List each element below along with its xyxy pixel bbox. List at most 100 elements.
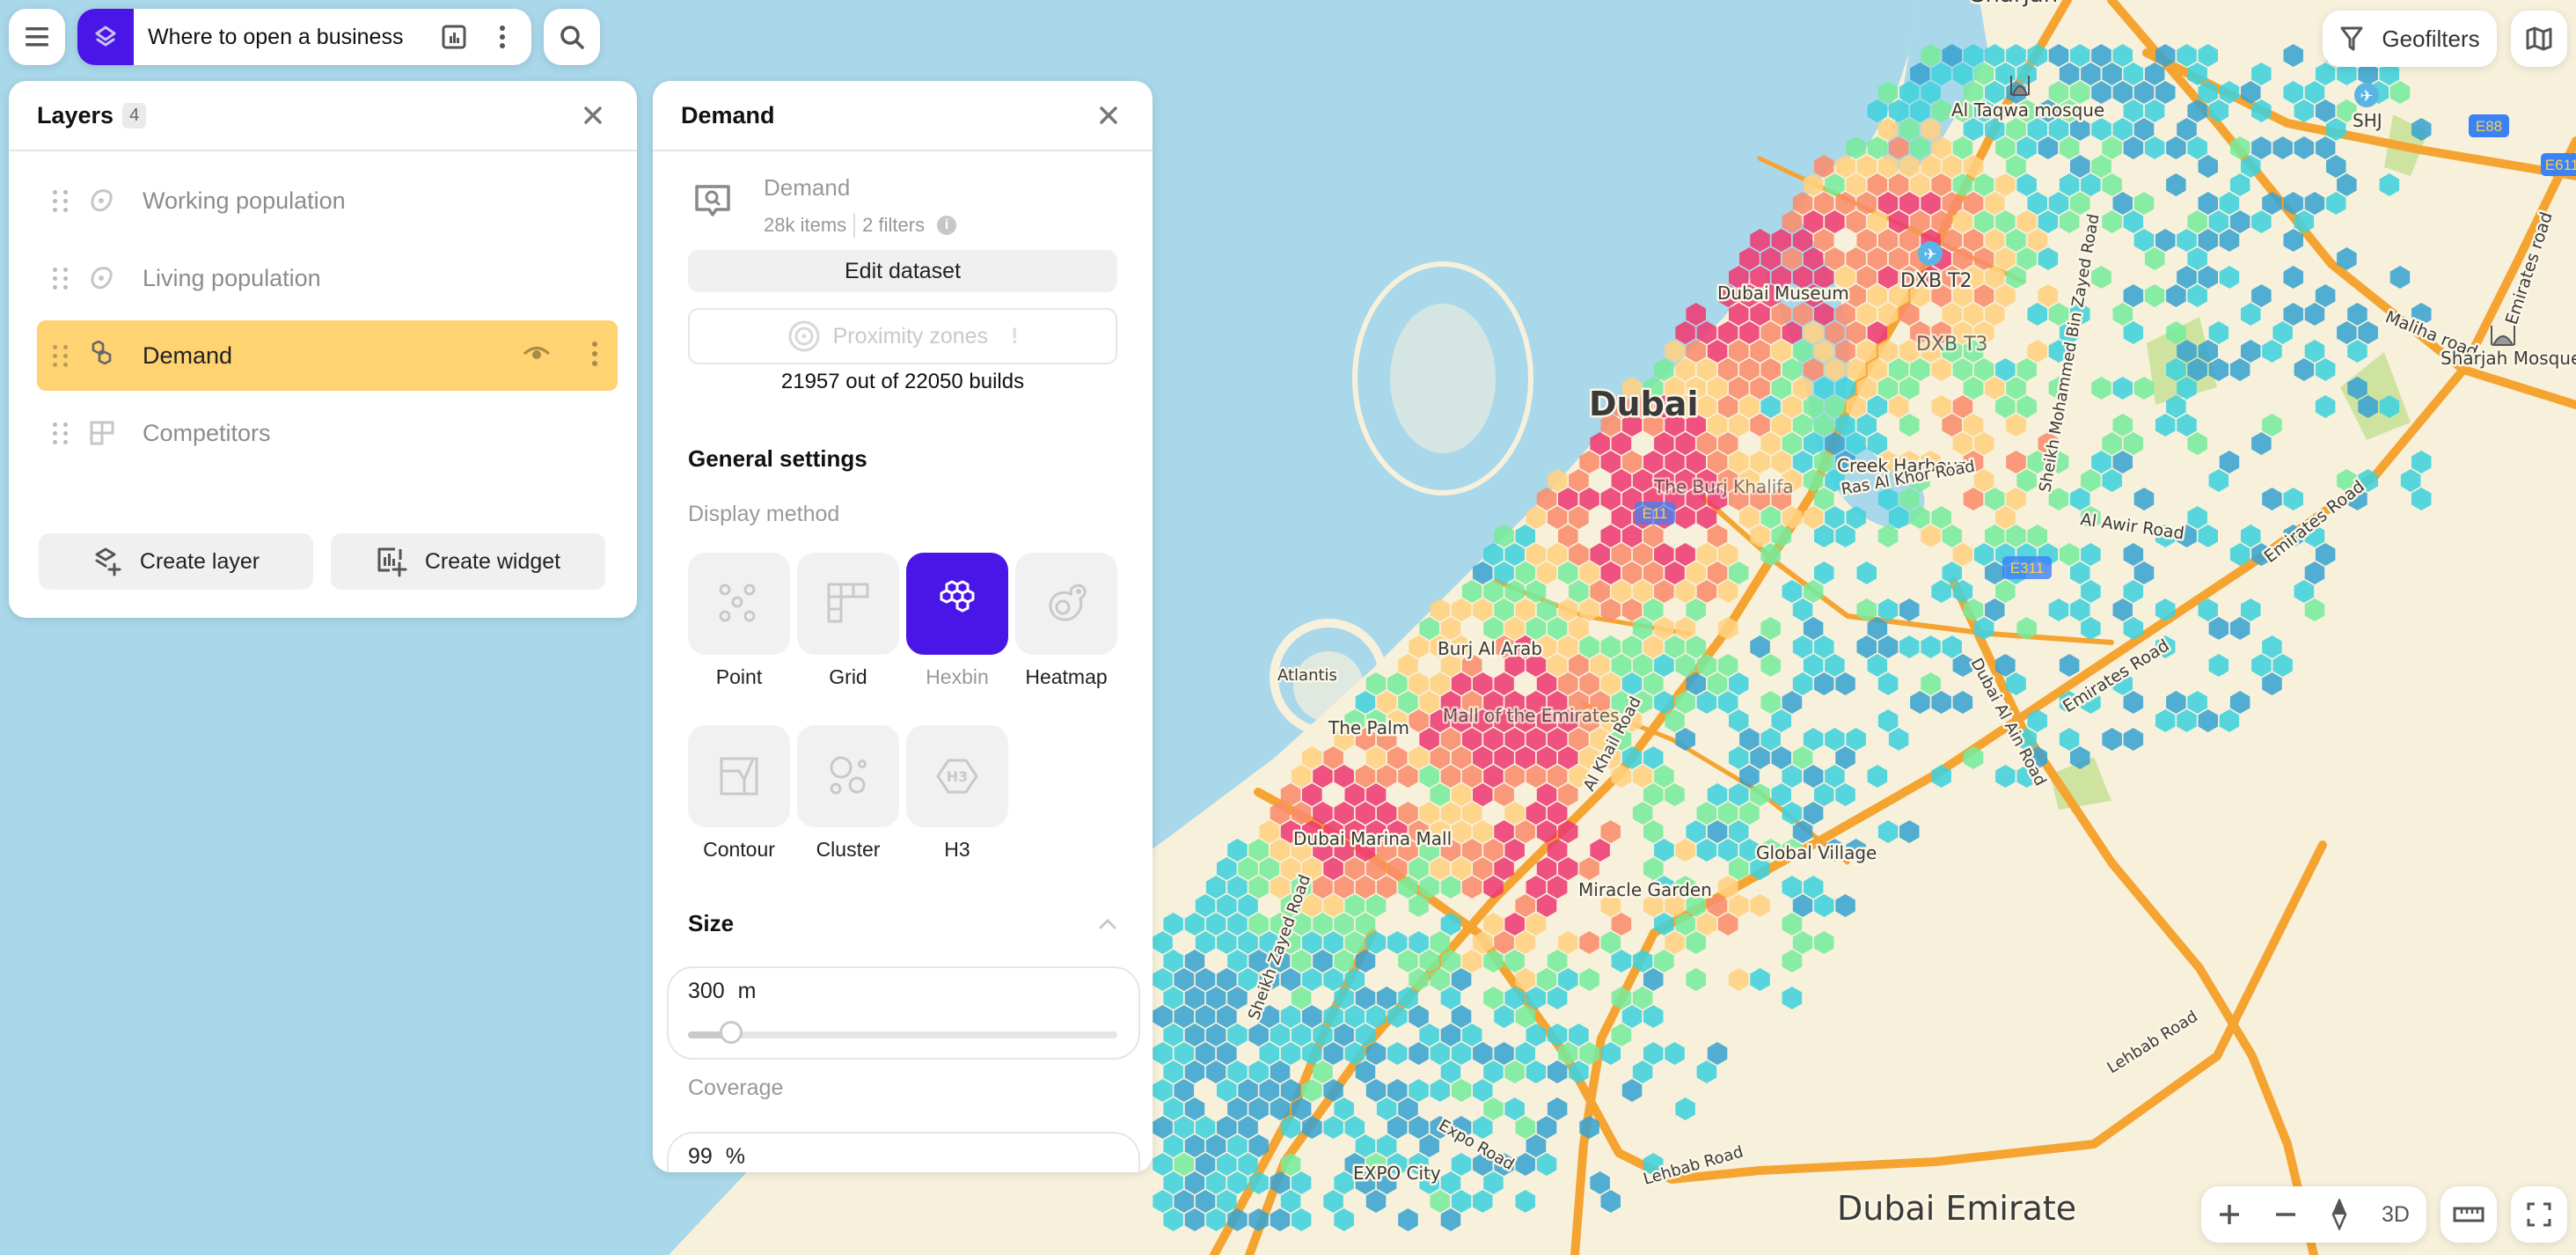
layer-item-living-population[interactable]: Living population [37,243,618,313]
compass-icon [2331,1199,2347,1230]
map-label: SHJ [2353,110,2382,131]
layer-item-demand[interactable]: Demand [37,320,618,391]
display-method-cluster[interactable] [797,725,899,827]
size-slider-thumb[interactable] [719,1021,743,1044]
layer-item-working-population[interactable]: Working population [37,165,618,236]
create-widget-label: Create widget [424,548,561,574]
map-label: Dubai Museum [1717,283,1849,304]
drag-handle[interactable] [53,267,72,290]
project-logo[interactable] [77,9,134,65]
map-icon [2526,26,2552,51]
dashboard-button[interactable] [436,19,472,55]
bar-chart-icon [442,25,466,49]
basemap-button[interactable] [2511,11,2567,67]
filter-funnel-icon [2340,26,2363,51]
map-label: DXB T3 [1916,334,1988,356]
display-method-label-h3: H3 [944,838,970,861]
hamburger-icon [26,27,48,47]
grid-icon [88,419,116,447]
create-widget-button[interactable]: Create widget [331,533,605,590]
project-more-button[interactable] [489,19,516,55]
contour-blob-icon [88,264,116,292]
coverage-field: 99 % [667,1132,1140,1172]
coverage-unit: % [725,1144,745,1169]
geofilters-label: Geofilters [2382,25,2480,52]
search-icon [560,26,584,49]
dataset-name: Demand [764,174,851,201]
geofilters-button[interactable]: Geofilters [2323,11,2497,67]
plus-icon [2220,1205,2239,1224]
project-bar: Where to open a business [77,9,531,65]
dataset-info: Demand 28k items 2 filters i [692,172,1131,243]
grid-icon [827,583,869,623]
compass-button[interactable] [2331,1199,2348,1230]
edit-dataset-label: Edit dataset [844,258,962,283]
road-shield-e311: E311 [2002,556,2052,579]
map-label: Dubai Marina Mall [1293,828,1452,849]
dataset-filters-count: 2 filters [862,214,926,236]
coverage-value[interactable]: 99 [688,1144,713,1169]
size-unit: m [737,979,757,1003]
layer-name: Demand [143,341,233,369]
cluster-icon [830,756,867,795]
fullscreen-button[interactable] [2511,1186,2567,1243]
search-button[interactable] [544,9,600,65]
demand-panel-title: Demand [681,101,775,128]
zoom-in-button[interactable] [2218,1203,2241,1226]
close-layers-button[interactable] [577,99,609,131]
proximity-zones-button[interactable]: Proximity zones ! [688,308,1117,364]
proximity-zones-label: Proximity zones [832,323,989,349]
display-method-label-grid: Grid [829,665,867,688]
h3-icon: H3 [936,759,978,794]
project-title[interactable]: Where to open a business [148,25,436,50]
road-shield-e88: E88 [2469,114,2509,137]
map-navigation-controls: 3D [2201,1186,2426,1243]
drag-handle[interactable] [53,189,72,212]
edit-dataset-button[interactable]: Edit dataset [688,250,1117,292]
create-layer-button[interactable]: Create layer [39,533,313,590]
display-method-point[interactable] [688,553,790,655]
layers-panel: Layers 4 Working population Living popul… [9,81,637,618]
display-method-grid[interactable] [797,553,899,655]
display-method-h3[interactable]: H3 [906,725,1008,827]
eye-icon [523,346,551,359]
map-label: The Palm [1328,717,1409,738]
layers-stack-icon [95,26,116,47]
visibility-toggle[interactable] [523,346,551,366]
display-method-hexbin[interactable] [906,553,1008,655]
size-section-header[interactable]: Size [688,910,1117,937]
drag-handle[interactable] [53,422,72,444]
fullscreen-icon [2527,1202,2551,1227]
chevron-up-icon [1099,918,1116,928]
main-menu-button[interactable] [9,9,65,65]
svg-text:E611: E611 [2545,157,2576,173]
map-label: Mall of the Emirates [1443,705,1620,726]
info-icon[interactable]: i [937,216,957,235]
toggle-3d-button[interactable]: 3D [2382,1202,2410,1228]
builds-summary: 21957 out of 22050 builds [780,370,1025,393]
drag-handle[interactable] [53,344,72,367]
contour-icon [720,757,758,796]
size-value[interactable]: 300 [688,979,725,1003]
display-method-label-heatmap: Heatmap [1025,665,1108,688]
layer-item-competitors[interactable]: Competitors [37,398,618,468]
demand-settings-panel: Demand Demand 28k items 2 filters i Edit… [653,81,1153,1172]
size-slider-track[interactable] [688,1021,1117,1044]
layer-name: Working population [143,187,346,214]
heatmap-icon [1049,583,1087,621]
display-method-contour[interactable] [688,725,790,827]
ruler-icon [2453,1207,2485,1222]
svg-text:E311: E311 [2010,560,2044,576]
map-label: Miracle Garden [1578,879,1712,900]
display-method-heatmap[interactable] [1015,553,1117,655]
close-icon [584,106,602,124]
display-method-label-contour: Contour [703,838,775,861]
zoom-out-button[interactable] [2274,1203,2297,1226]
map-label-city: Dubai [1589,385,1698,423]
demand-panel-header: Demand [653,81,1153,151]
ruler-button[interactable] [2441,1186,2497,1243]
close-demand-panel-button[interactable] [1093,99,1124,131]
hexbin-icon [940,580,975,613]
layer-more-button[interactable] [591,341,598,371]
layers-panel-header: Layers 4 [9,81,637,151]
